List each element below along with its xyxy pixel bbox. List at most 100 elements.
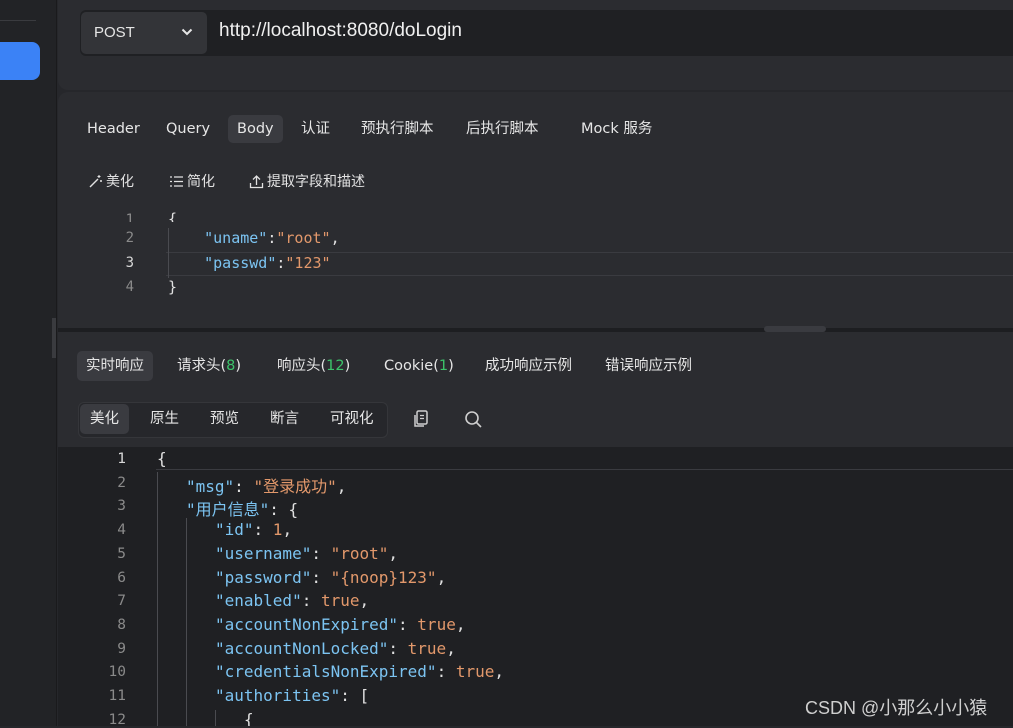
tab-cookie[interactable]: Cookie(1) [375,351,463,381]
json-key: "credentialsNonExpired" [215,662,437,681]
code-line[interactable]: "enabled": true, [215,591,369,610]
json-value: "{noop}123" [330,568,437,587]
json-key: "passwd" [204,254,277,272]
json-value: true [320,591,360,610]
tab-success-example[interactable]: 成功响应示例 [476,351,581,381]
indent-guide [186,518,187,726]
json-punct: , [436,568,447,587]
left-sidebar [0,0,57,726]
code-line[interactable]: "password": "{noop}123", [215,568,446,587]
tab-auth[interactable]: 认证 [292,115,339,143]
url-input[interactable]: http://localhost:8080/doLogin [219,20,462,42]
json-punct: , [455,615,466,634]
tab-response-headers[interactable]: 响应头(12) [268,351,359,381]
json-value: true [417,615,456,634]
json-key: "enabled" [215,591,302,610]
watermark: CSDN @小那么小小猿 [805,698,988,718]
body-line[interactable]: "uname":"root", [168,229,339,247]
json-punct: , [446,639,456,658]
sidebar-divider [0,20,36,21]
count-badge: 1 [438,358,449,374]
upload-icon [249,174,264,188]
tab-request-headers[interactable]: 请求头(8) [168,351,250,381]
code-line[interactable]: "用户信息": { [186,496,298,520]
line-number: 1 [125,212,134,222]
tab-error-example[interactable]: 错误响应示例 [596,351,701,381]
line-number: 7 [117,593,126,609]
indent-guide [157,472,158,726]
view-assertion[interactable]: 断言 [260,404,309,434]
json-punct: { [157,449,167,468]
json-key: "用户信息" [186,500,270,519]
code-line[interactable]: "accountNonExpired": true, [215,615,465,634]
body-brace-close: } [168,278,178,296]
code-line[interactable]: { [244,710,254,726]
line-number: 6 [117,570,126,586]
code-line[interactable]: "credentialsNonExpired": true, [215,662,504,681]
indent-guide [215,710,216,726]
line-number: 5 [117,546,126,562]
code-line[interactable]: "accountNonLocked": true, [215,639,456,658]
json-punct: : [234,477,254,496]
json-value: "root" [330,544,389,563]
tab-live-response[interactable]: 实时响应 [77,351,153,381]
simplify-label: 简化 [187,174,215,190]
json-value: "123" [285,254,331,272]
line-number: 2 [117,475,126,491]
count-badge: 12 [326,358,345,374]
tab-body[interactable]: Body [228,115,283,143]
beautify-button[interactable]: 美化 [88,171,134,191]
chevron-down-icon [181,28,193,36]
json-punct: , [282,520,293,539]
body-line[interactable]: "passwd":"123" [168,254,331,272]
tab-header[interactable]: Header [78,115,149,143]
view-visualize[interactable]: 可视化 [320,404,384,434]
simplify-button[interactable]: 简化 [169,171,215,191]
method-select[interactable]: POST [81,12,207,54]
tab-query[interactable]: Query [157,115,219,143]
tab-post-script[interactable]: 后执行脚本 [457,115,548,143]
line-number: 3 [125,255,134,271]
code-line[interactable]: "id": 1, [215,520,292,539]
json-key: "id" [215,520,254,539]
sidebar-selected-item[interactable] [0,42,40,80]
search-icon[interactable] [462,408,484,430]
panel-resize-handle[interactable] [52,318,56,358]
extract-fields-label: 提取字段和描述 [267,174,365,190]
extract-fields-button[interactable]: 提取字段和描述 [249,171,365,191]
json-value: true [407,639,447,658]
code-line[interactable]: "username": "root", [215,544,398,563]
json-punct: , [494,662,504,681]
json-value: 1 [272,520,283,539]
body-brace-open: { [168,210,178,222]
json-punct: : { [269,500,299,519]
tab-pre-script[interactable]: 预执行脚本 [352,115,443,143]
code-line[interactable]: { [157,449,167,468]
list-icon [170,175,183,187]
view-beautify[interactable]: 美化 [80,404,129,434]
view-preview[interactable]: 预览 [200,404,249,434]
copy-icon[interactable] [411,408,433,430]
json-punct: : [398,615,418,634]
json-punct: : [301,591,321,610]
line-number: 3 [117,498,126,514]
tab-mock-service[interactable]: Mock 服务 [572,115,661,143]
line-number: 10 [108,664,126,680]
json-punct: , [336,477,347,496]
code-line[interactable]: "msg": "登录成功", [186,473,346,497]
json-punct: , [388,544,399,563]
code-line[interactable]: "authorities": [ [215,686,369,705]
line-number: 1 [117,451,126,467]
json-key: "username" [215,544,312,563]
json-punct: : [ [340,686,370,705]
json-punct: { [244,710,254,726]
view-raw[interactable]: 原生 [140,404,189,434]
line-number: 4 [125,279,134,295]
json-punct: : [388,639,408,658]
current-line-highlight [156,447,1013,470]
json-key: "password" [215,568,312,587]
line-number: 8 [117,617,126,633]
json-punct: : [253,520,273,539]
json-value: "登录成功" [253,477,337,496]
json-key: "uname" [204,229,268,247]
